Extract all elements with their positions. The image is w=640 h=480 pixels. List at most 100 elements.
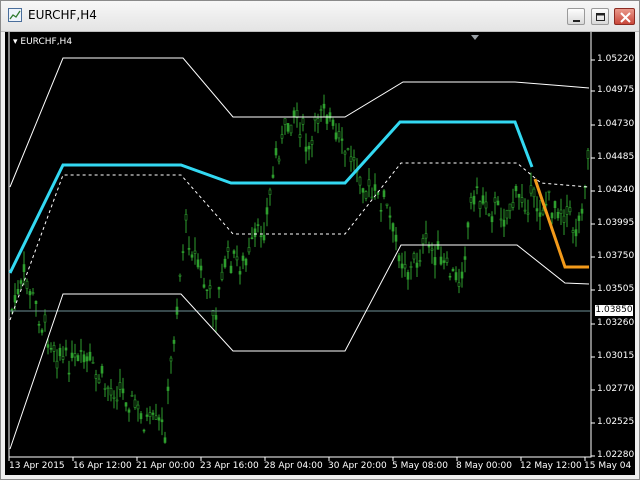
x-axis-label: 5 May 08:00 (392, 461, 448, 471)
candle-body (76, 355, 80, 362)
candle-body (139, 413, 143, 420)
candle-body (382, 190, 386, 197)
close-icon (620, 12, 631, 23)
minimize-button[interactable] (567, 8, 585, 25)
candle-body (253, 228, 257, 238)
candle-body (82, 354, 86, 363)
candle-body (490, 216, 494, 223)
candle-body (550, 212, 554, 219)
candle-body (250, 237, 254, 239)
candle-body (37, 323, 41, 326)
candle-body (130, 394, 134, 397)
y-axis-label: 1.04485 (597, 152, 635, 162)
maximize-button[interactable] (591, 8, 609, 25)
candle-body (112, 396, 116, 399)
candle-body (385, 203, 389, 206)
candle-body (202, 284, 206, 288)
candle-body (364, 191, 368, 199)
candle-body (463, 256, 467, 260)
candle-body (223, 258, 227, 268)
candle-body (481, 195, 485, 204)
candle-body (502, 219, 506, 227)
candle-body (163, 437, 167, 443)
candle-body (46, 344, 50, 348)
candle-body (85, 356, 89, 362)
candle-body (277, 158, 281, 162)
candle-body (109, 388, 113, 396)
y-axis-label: 1.05220 (597, 54, 635, 64)
candle-body (394, 234, 398, 242)
y-axis-label: 1.02280 (597, 450, 635, 460)
close-button[interactable] (614, 8, 635, 25)
candle-body (34, 300, 38, 304)
candle-body (79, 350, 83, 352)
x-axis-label: 21 Apr 00:00 (136, 461, 195, 471)
candle-body (559, 209, 563, 214)
price-chart[interactable] (5, 32, 635, 475)
candle-body (400, 263, 404, 269)
window-title: EURCHF,H4 (28, 8, 97, 22)
candle-body (370, 196, 374, 199)
x-axis-label: 30 Apr 20:00 (328, 461, 387, 471)
candle-body (409, 266, 413, 268)
candle-body (214, 315, 218, 320)
x-axis-label: 13 Apr 2015 (9, 461, 65, 471)
candle-body (118, 382, 122, 390)
candle-body (340, 138, 344, 141)
candle-body (16, 288, 20, 295)
y-axis-label: 1.03260 (597, 318, 635, 328)
candle-body (226, 247, 230, 252)
candle-body (319, 109, 323, 111)
candle-body (268, 189, 272, 195)
candle-body (25, 280, 29, 289)
candle-body (334, 132, 338, 140)
candle-body (61, 356, 65, 360)
candle-body (196, 259, 200, 268)
candle-body (457, 282, 461, 287)
candle-body (100, 365, 104, 374)
title-bar[interactable]: EURCHF,H4 (1, 1, 639, 32)
candle-body (529, 185, 533, 194)
candle-body (238, 271, 242, 275)
candle-body (397, 255, 401, 262)
candle-body (568, 207, 572, 213)
candle-body (475, 186, 479, 188)
candle-body (181, 251, 185, 253)
candle-body (466, 222, 470, 228)
candle-body (97, 378, 101, 384)
candle-body (403, 264, 407, 269)
symbol-label[interactable]: ▾ EURCHF,H4 (13, 37, 72, 47)
candle-body (166, 386, 170, 391)
candle-body (127, 409, 131, 413)
candle-body (229, 265, 233, 274)
candle-body (292, 110, 296, 118)
candle-body (358, 176, 362, 186)
candle-body (388, 215, 392, 218)
candle-body (301, 118, 305, 125)
candle-body (556, 212, 560, 219)
y-axis-label: 1.03995 (597, 218, 635, 228)
candle-body (259, 235, 263, 238)
candle-body (322, 103, 326, 109)
candle-body (361, 188, 365, 193)
candle-body (484, 201, 488, 209)
y-axis-label: 1.04975 (597, 85, 635, 95)
candle-body (331, 119, 335, 126)
candle-body (40, 329, 44, 333)
candle-body (154, 415, 158, 420)
candle-body (547, 190, 551, 193)
candle-body (106, 386, 110, 389)
candle-body (271, 174, 275, 178)
candle-body (316, 118, 320, 124)
candle-body (424, 233, 428, 239)
candle-body (307, 145, 311, 150)
y-axis-label: 1.04240 (597, 185, 635, 195)
candle-body (310, 140, 314, 145)
candle-body (91, 361, 95, 364)
candle-body (337, 131, 341, 139)
candle-body (232, 250, 236, 254)
chart-area[interactable]: ▾ EURCHF,H4 1.05220 1.04975 1.04730 1.04… (5, 32, 635, 475)
candle-body (445, 257, 449, 263)
candle-body (517, 193, 521, 198)
candle-body (433, 257, 437, 266)
